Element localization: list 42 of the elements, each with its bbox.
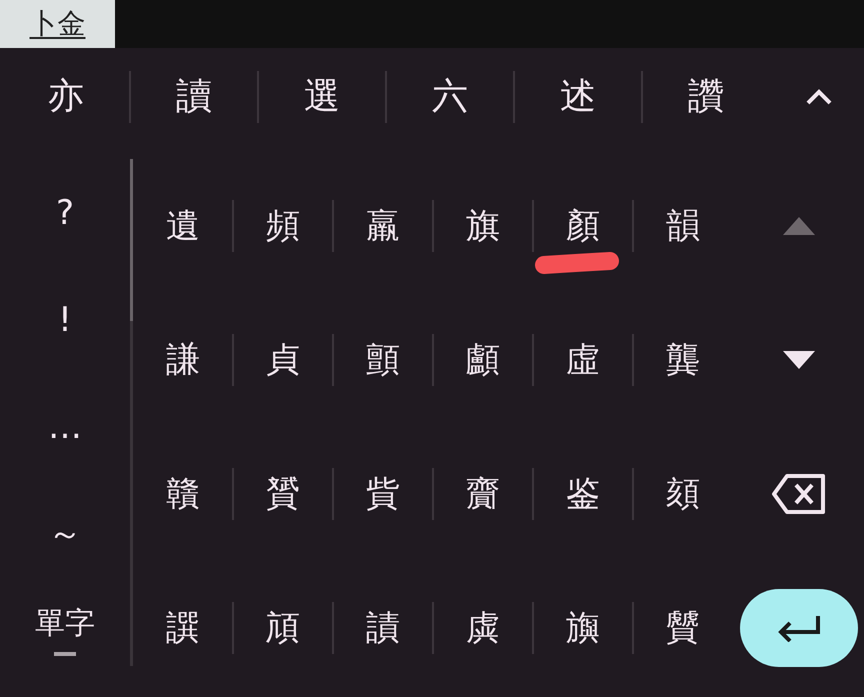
- triangle-down-icon: [782, 350, 816, 370]
- candidate[interactable]: 羸: [332, 200, 432, 252]
- candidate[interactable]: 旟: [532, 602, 632, 654]
- expand-chevron-icon[interactable]: [804, 86, 834, 106]
- candidate[interactable]: 頦: [632, 468, 732, 520]
- candidate[interactable]: 頏: [232, 602, 332, 654]
- symbol-key[interactable]: ～: [48, 480, 82, 587]
- candidate[interactable]: 顱: [432, 334, 532, 386]
- candidate[interactable]: 謮: [332, 602, 432, 654]
- backspace-icon: [771, 473, 827, 515]
- candidate[interactable]: 贛: [134, 468, 232, 520]
- symbol-key[interactable]: …: [48, 373, 82, 480]
- candidate[interactable]: 贙: [632, 602, 732, 654]
- candidate[interactable]: 虡: [432, 602, 532, 654]
- mode-key[interactable]: 單字: [35, 603, 95, 644]
- candidate[interactable]: 旗: [432, 200, 532, 252]
- candidate[interactable]: 選: [257, 70, 385, 122]
- candidate[interactable]: 貞: [232, 334, 332, 386]
- candidate[interactable]: 六: [385, 70, 513, 122]
- candidate[interactable]: 顫: [332, 334, 432, 386]
- candidate[interactable]: 虛: [532, 334, 632, 386]
- candidate[interactable]: 貲: [332, 468, 432, 520]
- symbol-key[interactable]: !: [58, 266, 72, 373]
- candidate[interactable]: 齎: [432, 468, 532, 520]
- candidate[interactable]: 讚: [641, 70, 769, 122]
- composing-text: 卜金: [30, 6, 86, 42]
- candidate[interactable]: 韻: [632, 200, 732, 252]
- candidate[interactable]: 贇: [232, 468, 332, 520]
- candidate[interactable]: 述: [513, 70, 641, 122]
- candidate[interactable]: 譔: [134, 602, 232, 654]
- scroll-thumb[interactable]: [130, 159, 133, 321]
- candidate[interactable]: 讀: [129, 70, 257, 122]
- candidate[interactable]: 頻: [232, 200, 332, 252]
- candidate[interactable]: 顏: [532, 200, 632, 252]
- enter-icon: [776, 614, 822, 642]
- candidate[interactable]: 亦: [3, 70, 129, 122]
- candidate[interactable]: 遺: [134, 200, 232, 252]
- triangle-up-icon: [782, 216, 816, 236]
- candidate[interactable]: 鉴: [532, 468, 632, 520]
- candidate[interactable]: 謙: [134, 334, 232, 386]
- symbol-key[interactable]: ?: [56, 159, 74, 266]
- candidate[interactable]: 龔: [632, 334, 732, 386]
